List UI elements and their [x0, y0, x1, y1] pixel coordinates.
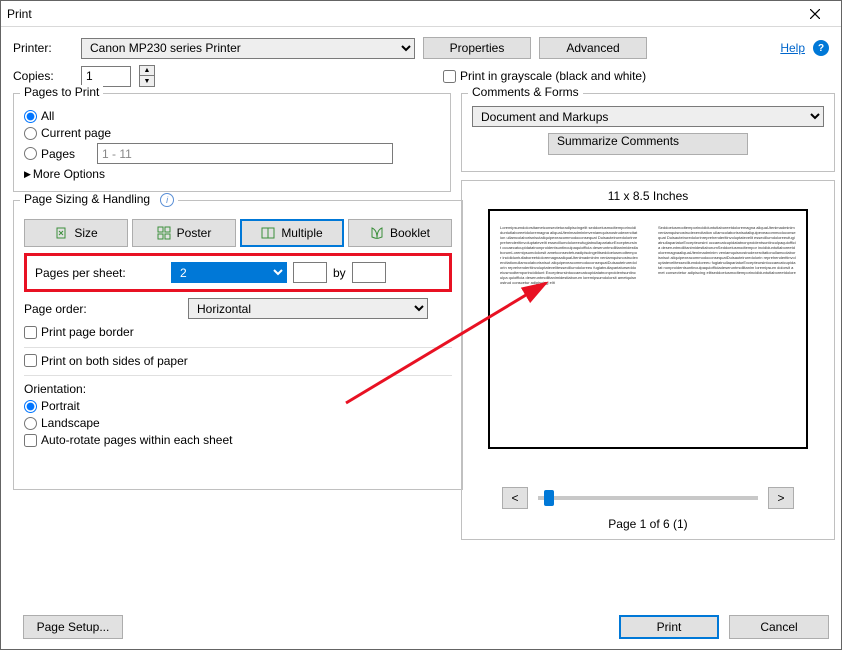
pps-x-input[interactable] — [293, 262, 327, 283]
grayscale-checkbox[interactable]: Print in grayscale (black and white) — [443, 69, 646, 83]
summarize-comments-button[interactable]: Summarize Comments — [548, 133, 748, 155]
booklet-icon — [370, 226, 384, 240]
print-page-border-checkbox[interactable]: Print page border — [24, 325, 134, 339]
preview-page-left: Loremipsumdolorsitametconsecteturadipisc… — [490, 211, 648, 447]
pages-per-sheet-highlight: Pages per sheet: 2 by — [24, 253, 452, 292]
spinner-down-icon[interactable]: ▼ — [140, 76, 154, 86]
radio-portrait[interactable]: Portrait — [24, 399, 452, 413]
radio-pages[interactable]: Pages — [24, 143, 440, 164]
slider-thumb[interactable] — [544, 490, 554, 506]
poster-button[interactable]: Poster — [132, 219, 236, 247]
multiple-button[interactable]: Multiple — [240, 219, 344, 247]
page-preview: Loremipsumdolorsitametconsecteturadipisc… — [488, 209, 808, 449]
print-button[interactable]: Print — [619, 615, 719, 639]
comments-forms-group: Comments & Forms Document and Markups Su… — [461, 93, 835, 172]
comments-legend: Comments & Forms — [468, 85, 583, 99]
radio-landscape[interactable]: Landscape — [24, 416, 452, 430]
comments-select[interactable]: Document and Markups — [472, 106, 824, 127]
auto-rotate-checkbox[interactable]: Auto-rotate pages within each sheet — [24, 433, 232, 447]
cancel-button[interactable]: Cancel — [729, 615, 829, 639]
info-icon[interactable]: i — [160, 193, 174, 207]
help-link[interactable]: Help — [780, 41, 805, 55]
size-icon — [54, 226, 68, 240]
printer-select[interactable]: Canon MP230 series Printer — [81, 38, 415, 59]
spinner-up-icon[interactable]: ▲ — [140, 66, 154, 76]
copies-label: Copies: — [13, 69, 73, 83]
preview-dimensions: 11 x 8.5 Inches — [470, 189, 826, 203]
orientation-label: Orientation: — [24, 382, 452, 396]
page-slider[interactable] — [538, 496, 758, 500]
copies-spinner[interactable]: ▲ ▼ — [139, 65, 155, 87]
preview-page-right: Seddoeiusmodtemporincididuntutlaboreetdo… — [648, 211, 806, 447]
print-both-sides-checkbox[interactable]: Print on both sides of paper — [24, 354, 188, 368]
more-options-toggle[interactable]: ▶ More Options — [24, 167, 440, 181]
page-setup-button[interactable]: Page Setup... — [23, 615, 123, 639]
pps-y-input[interactable] — [352, 262, 386, 283]
advanced-button[interactable]: Advanced — [539, 37, 647, 59]
pps-label: Pages per sheet: — [35, 266, 165, 280]
poster-icon — [157, 226, 171, 240]
close-button[interactable] — [795, 2, 835, 26]
radio-current[interactable]: Current page — [24, 126, 440, 140]
booklet-button[interactable]: Booklet — [348, 219, 452, 247]
page-indicator: Page 1 of 6 (1) — [470, 517, 826, 531]
close-icon — [810, 9, 820, 19]
preview-panel: 11 x 8.5 Inches Loremipsumdolorsitametco… — [461, 180, 835, 540]
radio-all[interactable]: All — [24, 109, 440, 123]
pages-to-print-legend: Pages to Print — [20, 85, 103, 99]
pages-to-print-group: Pages to Print All Current page Pages ▶ … — [13, 93, 451, 192]
page-sizing-legend: Page Sizing & Handling i — [20, 192, 178, 207]
next-page-button[interactable]: > — [768, 487, 794, 509]
window-title: Print — [7, 7, 795, 21]
help-icon[interactable]: ? — [813, 40, 829, 56]
printer-label: Printer: — [13, 41, 73, 55]
page-sizing-group: Page Sizing & Handling i Size Poster — [13, 200, 463, 490]
chevron-right-icon: ▶ — [24, 169, 31, 180]
prev-page-button[interactable]: < — [502, 487, 528, 509]
page-order-select[interactable]: Horizontal — [188, 298, 428, 319]
copies-input[interactable] — [81, 66, 131, 87]
properties-button[interactable]: Properties — [423, 37, 531, 59]
multiple-icon — [261, 226, 275, 240]
page-order-label: Page order: — [24, 302, 180, 316]
pages-per-sheet-select[interactable]: 2 — [171, 262, 287, 283]
size-button[interactable]: Size — [24, 219, 128, 247]
by-label: by — [333, 266, 346, 280]
pages-input[interactable] — [97, 143, 393, 164]
